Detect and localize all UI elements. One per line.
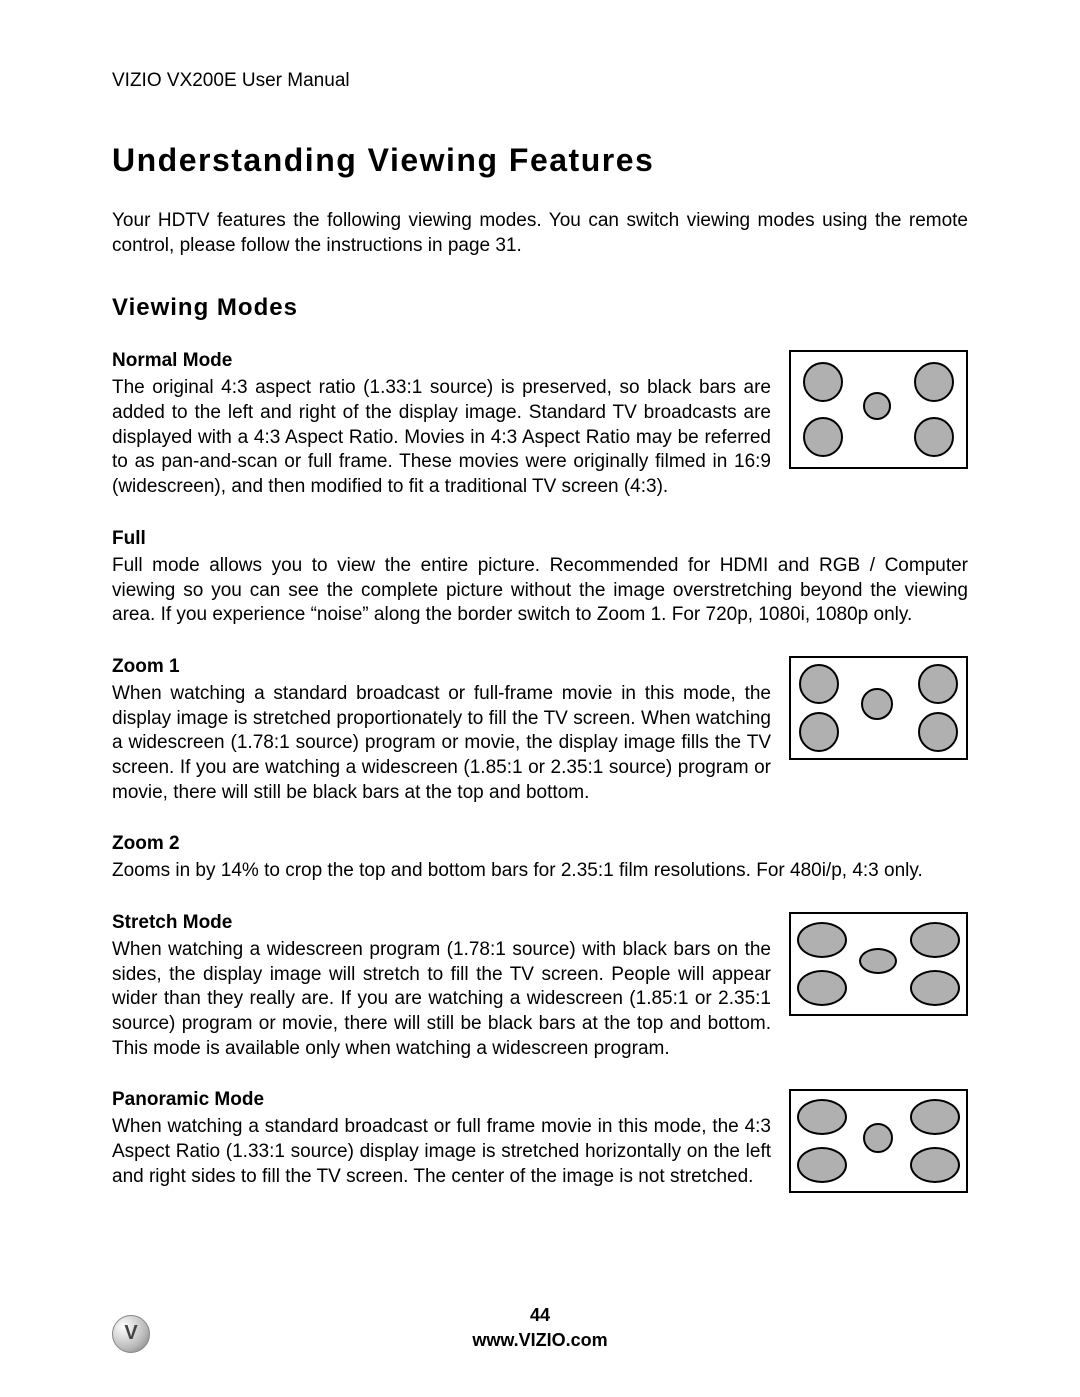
page-footer: V 44 www.VIZIO.com [0, 1305, 1080, 1351]
section-body: When watching a standard broadcast or fu… [112, 682, 771, 805]
page-title: Understanding Viewing Features [112, 142, 968, 179]
section-heading: Normal Mode [112, 350, 771, 372]
section-heading: Zoom 1 [112, 656, 771, 678]
section-text: Zoom 2 Zooms in by 14% to crop the top a… [112, 833, 968, 884]
section-heading: Zoom 2 [112, 833, 968, 855]
section-body: When watching a widescreen program (1.78… [112, 938, 771, 1061]
page-number: 44 [0, 1305, 1080, 1326]
stretch-mode-illustration [789, 912, 968, 1016]
document-header: VIZIO VX200E User Manual [112, 70, 968, 92]
section-body: Zooms in by 14% to crop the top and bott… [112, 859, 968, 884]
section-panoramic-mode: Panoramic Mode When watching a standard … [112, 1089, 968, 1193]
section-text: Normal Mode The original 4:3 aspect rati… [112, 350, 771, 499]
section-text: Panoramic Mode When watching a standard … [112, 1089, 771, 1189]
section-zoom-1: Zoom 1 When watching a standard broadcas… [112, 656, 968, 805]
section-subtitle: Viewing Modes [112, 294, 968, 322]
zoom1-illustration [789, 656, 968, 760]
section-heading: Full [112, 528, 968, 550]
intro-paragraph: Your HDTV features the following viewing… [112, 209, 968, 258]
footer-center: 44 www.VIZIO.com [0, 1305, 1080, 1351]
footer-url: www.VIZIO.com [472, 1330, 607, 1350]
panoramic-mode-illustration [789, 1089, 968, 1193]
section-normal-mode: Normal Mode The original 4:3 aspect rati… [112, 350, 968, 499]
section-text: Stretch Mode When watching a widescreen … [112, 912, 771, 1061]
section-body: When watching a standard broadcast or fu… [112, 1115, 771, 1189]
section-heading: Stretch Mode [112, 912, 771, 934]
section-body: Full mode allows you to view the entire … [112, 554, 968, 628]
vizio-logo-icon: V [112, 1315, 150, 1353]
section-text: Zoom 1 When watching a standard broadcas… [112, 656, 771, 805]
section-body: The original 4:3 aspect ratio (1.33:1 so… [112, 376, 771, 499]
section-zoom-2: Zoom 2 Zooms in by 14% to crop the top a… [112, 833, 968, 884]
section-text: Full Full mode allows you to view the en… [112, 528, 968, 628]
section-full: Full Full mode allows you to view the en… [112, 528, 968, 628]
manual-page: VIZIO VX200E User Manual Understanding V… [0, 0, 1080, 1397]
normal-mode-illustration [789, 350, 968, 469]
section-heading: Panoramic Mode [112, 1089, 771, 1111]
section-stretch-mode: Stretch Mode When watching a widescreen … [112, 912, 968, 1061]
